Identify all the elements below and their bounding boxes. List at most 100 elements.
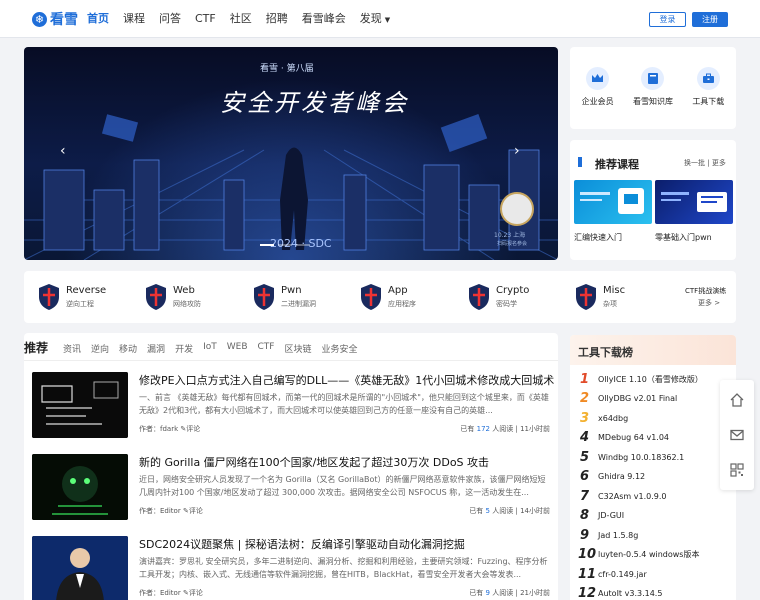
tool-rank: 5 — [579, 449, 590, 465]
recommended-articles-feed: 推荐 资讯 逆向 移动 漏洞 开发 IoT WEB CTF 区块链 业务安全 修… — [24, 333, 558, 600]
carousel-dot[interactable] — [278, 244, 292, 246]
tool-item[interactable]: 10 luyten-0.5.4 windows版本 — [578, 545, 699, 565]
article-author[interactable]: 作者：Editor — [139, 507, 181, 515]
tool-item[interactable]: 4 MDebug 64 v1.04 — [578, 428, 669, 448]
category-misc[interactable]: Misc 杂项 — [575, 283, 625, 311]
tool-item[interactable]: 1 OllyICE 1.10（看雪修改版） — [578, 369, 703, 389]
ctf-challenge-title[interactable]: CTF挑战演练 — [685, 286, 726, 296]
feed-tab[interactable]: 区块链 — [284, 342, 311, 355]
nav-item-discover[interactable]: 发现 ▼ — [353, 0, 397, 38]
tool-item[interactable]: 2 OllyDBG v2.01 Final — [578, 389, 677, 409]
quick-links-panel: 企业会员 看雪知识库 工具下载 — [570, 47, 736, 129]
carousel-dot[interactable] — [296, 244, 310, 246]
site-logo[interactable]: ❄ 看雪 — [32, 9, 78, 29]
feed-tab[interactable]: 资讯 — [63, 342, 81, 355]
article-item[interactable]: 修改PE入口点方式注入自己编写的DLL——《英雄无敌》1代小回城术修改成大回城术… — [24, 365, 558, 445]
article-title[interactable]: SDC2024议题聚焦 | 探秘语法树：反编译引擎驱动自动化漏洞挖掘 — [139, 536, 554, 552]
nav-item-jobs[interactable]: 招聘 — [259, 0, 295, 38]
tool-item[interactable]: 5 Windbg 10.0.18362.1 — [578, 447, 684, 467]
tool-item[interactable]: 11 cfr-0.149.jar — [578, 564, 647, 584]
category-reverse[interactable]: Reverse 逆向工程 — [38, 283, 106, 311]
nav-item-home[interactable]: 首页 — [80, 0, 116, 38]
category-crypto[interactable]: Crypto 密码学 — [468, 283, 529, 311]
carousel-dot[interactable] — [260, 244, 274, 246]
nav-item-community[interactable]: 社区 — [223, 0, 259, 38]
article-author[interactable]: 作者：Editor — [139, 589, 181, 597]
article-thumbnail[interactable] — [32, 372, 128, 438]
quick-link-membership[interactable]: 企业会员 — [573, 67, 623, 129]
tool-name[interactable]: AutoIt v3.3.14.5 — [598, 589, 662, 598]
article-item[interactable]: SDC2024议题聚焦 | 探秘语法树：反编译引擎驱动自动化漏洞挖掘 演讲嘉宾：… — [24, 529, 558, 600]
nav-item-summit[interactable]: 看雪峰会 — [295, 0, 353, 38]
ctf-more-link[interactable]: 更多 > — [698, 298, 720, 308]
tool-name[interactable]: MDebug 64 v1.04 — [598, 433, 669, 442]
nav-item-qa[interactable]: 问答 — [152, 0, 188, 38]
qrcode-icon[interactable] — [729, 462, 745, 478]
article-title[interactable]: 修改PE入口点方式注入自己编写的DLL——《英雄无敌》1代小回城术修改成大回城术 — [139, 372, 554, 388]
quick-link-label: 企业会员 — [581, 97, 614, 106]
nav-item-courses[interactable]: 课程 — [116, 0, 152, 38]
feed-tab[interactable]: 业务安全 — [322, 342, 358, 355]
course-title[interactable]: 汇编快速入门 — [574, 232, 622, 243]
tool-item[interactable]: 6 Ghidra 9.12 — [578, 467, 645, 487]
tool-item[interactable]: 3 x64dbg — [578, 408, 628, 428]
article-thumbnail-art — [32, 372, 128, 438]
quick-link-tools[interactable]: 工具下载 — [683, 67, 733, 129]
tool-name[interactable]: OllyICE 1.10（看雪修改版） — [598, 374, 703, 385]
tool-name[interactable]: C32Asm v1.0.9.0 — [598, 492, 666, 501]
chevron-right-icon[interactable]: › — [514, 143, 520, 159]
category-app[interactable]: App 应用程序 — [360, 283, 416, 311]
article-comment[interactable]: 评论 — [189, 589, 203, 597]
nav-item-ctf[interactable]: CTF — [188, 0, 223, 38]
feed-tab[interactable]: WEB — [227, 342, 248, 355]
course-card-thumbnail[interactable] — [655, 180, 733, 224]
feed-tab[interactable]: 逆向 — [91, 342, 109, 355]
article-summary: 演讲嘉宾：罗思礼 安全研究员，多年二进制逆向、漏洞分析、挖掘和利用经验，主要研究… — [139, 557, 548, 579]
article-thumbnail[interactable] — [32, 536, 128, 600]
register-button[interactable]: 注册 — [692, 12, 728, 27]
refresh-link[interactable]: 换一批 — [684, 159, 705, 167]
banner-carousel[interactable]: 看雪 · 第八届 安全开发者峰会 2024 · SDC 10.23 上海 扫码报… — [24, 47, 558, 260]
chevron-left-icon[interactable]: ‹ — [60, 143, 66, 159]
feed-tab[interactable]: CTF — [258, 342, 275, 355]
login-button[interactable]: 登录 — [649, 12, 686, 27]
article-thumbnail[interactable] — [32, 454, 128, 520]
tool-name[interactable]: OllyDBG v2.01 Final — [598, 394, 677, 403]
feed-tab[interactable]: 漏洞 — [147, 342, 165, 355]
course-title[interactable]: 零基础入门pwn — [655, 232, 712, 243]
tool-item[interactable]: 9 Jad 1.5.8g — [578, 525, 638, 545]
tool-item[interactable]: 12 AutoIt v3.3.14.5 — [578, 584, 662, 600]
feed-tab[interactable]: 移动 — [119, 342, 137, 355]
home-icon[interactable] — [729, 392, 745, 408]
shield-icon — [39, 284, 59, 310]
feed-tab[interactable]: IoT — [203, 342, 217, 355]
tool-name[interactable]: Jad 1.5.8g — [598, 531, 638, 540]
course-thumbnail-art — [580, 188, 644, 214]
article-item[interactable]: 新的 Gorilla 僵尸网络在100个国家/地区发起了超过30万次 DDoS … — [24, 447, 558, 527]
article-thumbnail-art — [32, 536, 128, 600]
category-sub: 逆向工程 — [66, 300, 94, 308]
tool-name[interactable]: JD-GUI — [598, 511, 624, 520]
article-title[interactable]: 新的 Gorilla 僵尸网络在100个国家/地区发起了超过30万次 DDoS … — [139, 454, 554, 470]
tool-name[interactable]: cfr-0.149.jar — [598, 570, 647, 579]
article-comment[interactable]: 评论 — [189, 507, 203, 515]
course-card-thumbnail[interactable] — [574, 180, 652, 224]
article-author[interactable]: 作者：fdark — [139, 425, 178, 433]
article-comment[interactable]: 评论 — [186, 425, 200, 433]
reads-prefix: 已有 — [460, 425, 475, 433]
category-pwn[interactable]: Pwn 二进制漏洞 — [253, 283, 316, 311]
tool-item[interactable]: 8 JD-GUI — [578, 506, 624, 526]
tool-item[interactable]: 7 C32Asm v1.0.9.0 — [578, 486, 667, 506]
main-menu: 首页 课程 问答 CTF 社区 招聘 看雪峰会 发现 ▼ — [80, 0, 397, 38]
feed-tab[interactable]: 开发 — [175, 342, 193, 355]
tool-name[interactable]: luyten-0.5.4 windows版本 — [598, 549, 699, 560]
tool-name[interactable]: Ghidra 9.12 — [598, 472, 645, 481]
tool-name[interactable]: Windbg 10.0.18362.1 — [598, 453, 684, 462]
quick-link-knowledge-base[interactable]: 看雪知识库 — [628, 67, 678, 129]
tool-name[interactable]: x64dbg — [598, 414, 628, 423]
more-courses-link[interactable]: 更多 — [712, 159, 726, 167]
category-web[interactable]: Web 网络攻防 — [145, 283, 201, 311]
recommended-courses-title: 推荐课程 — [595, 158, 639, 171]
category-name: Reverse — [66, 285, 107, 296]
mail-icon[interactable] — [729, 427, 745, 443]
